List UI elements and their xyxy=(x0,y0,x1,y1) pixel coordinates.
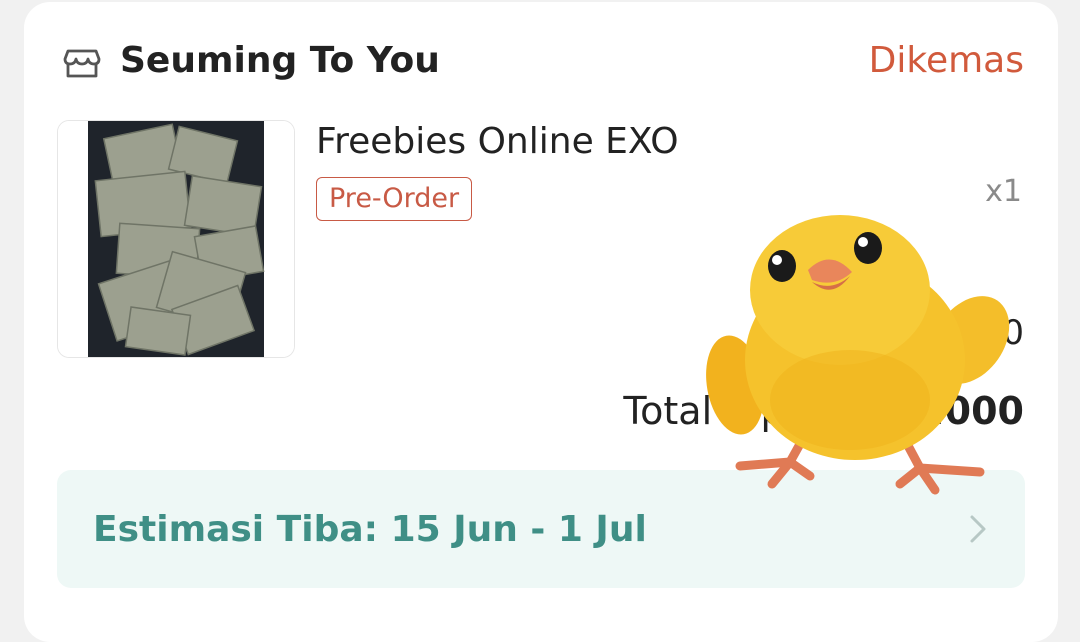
shop-header[interactable]: Seuming To You Dikemas xyxy=(62,38,1024,86)
shop-name[interactable]: Seuming To You xyxy=(120,38,440,84)
order-status: Dikemas xyxy=(868,40,1024,81)
store-icon xyxy=(63,49,101,78)
product-title[interactable]: Freebies Online EXO xyxy=(316,120,679,164)
chevron-right-icon xyxy=(970,515,986,543)
preorder-badge: Pre-Order xyxy=(316,177,473,221)
chick-sticker xyxy=(706,215,1010,495)
delivery-estimate-text: Estimasi Tiba: 15 Jun - 1 Jul xyxy=(93,509,647,550)
product-thumbnail[interactable] xyxy=(57,120,295,358)
product-image xyxy=(58,121,294,357)
